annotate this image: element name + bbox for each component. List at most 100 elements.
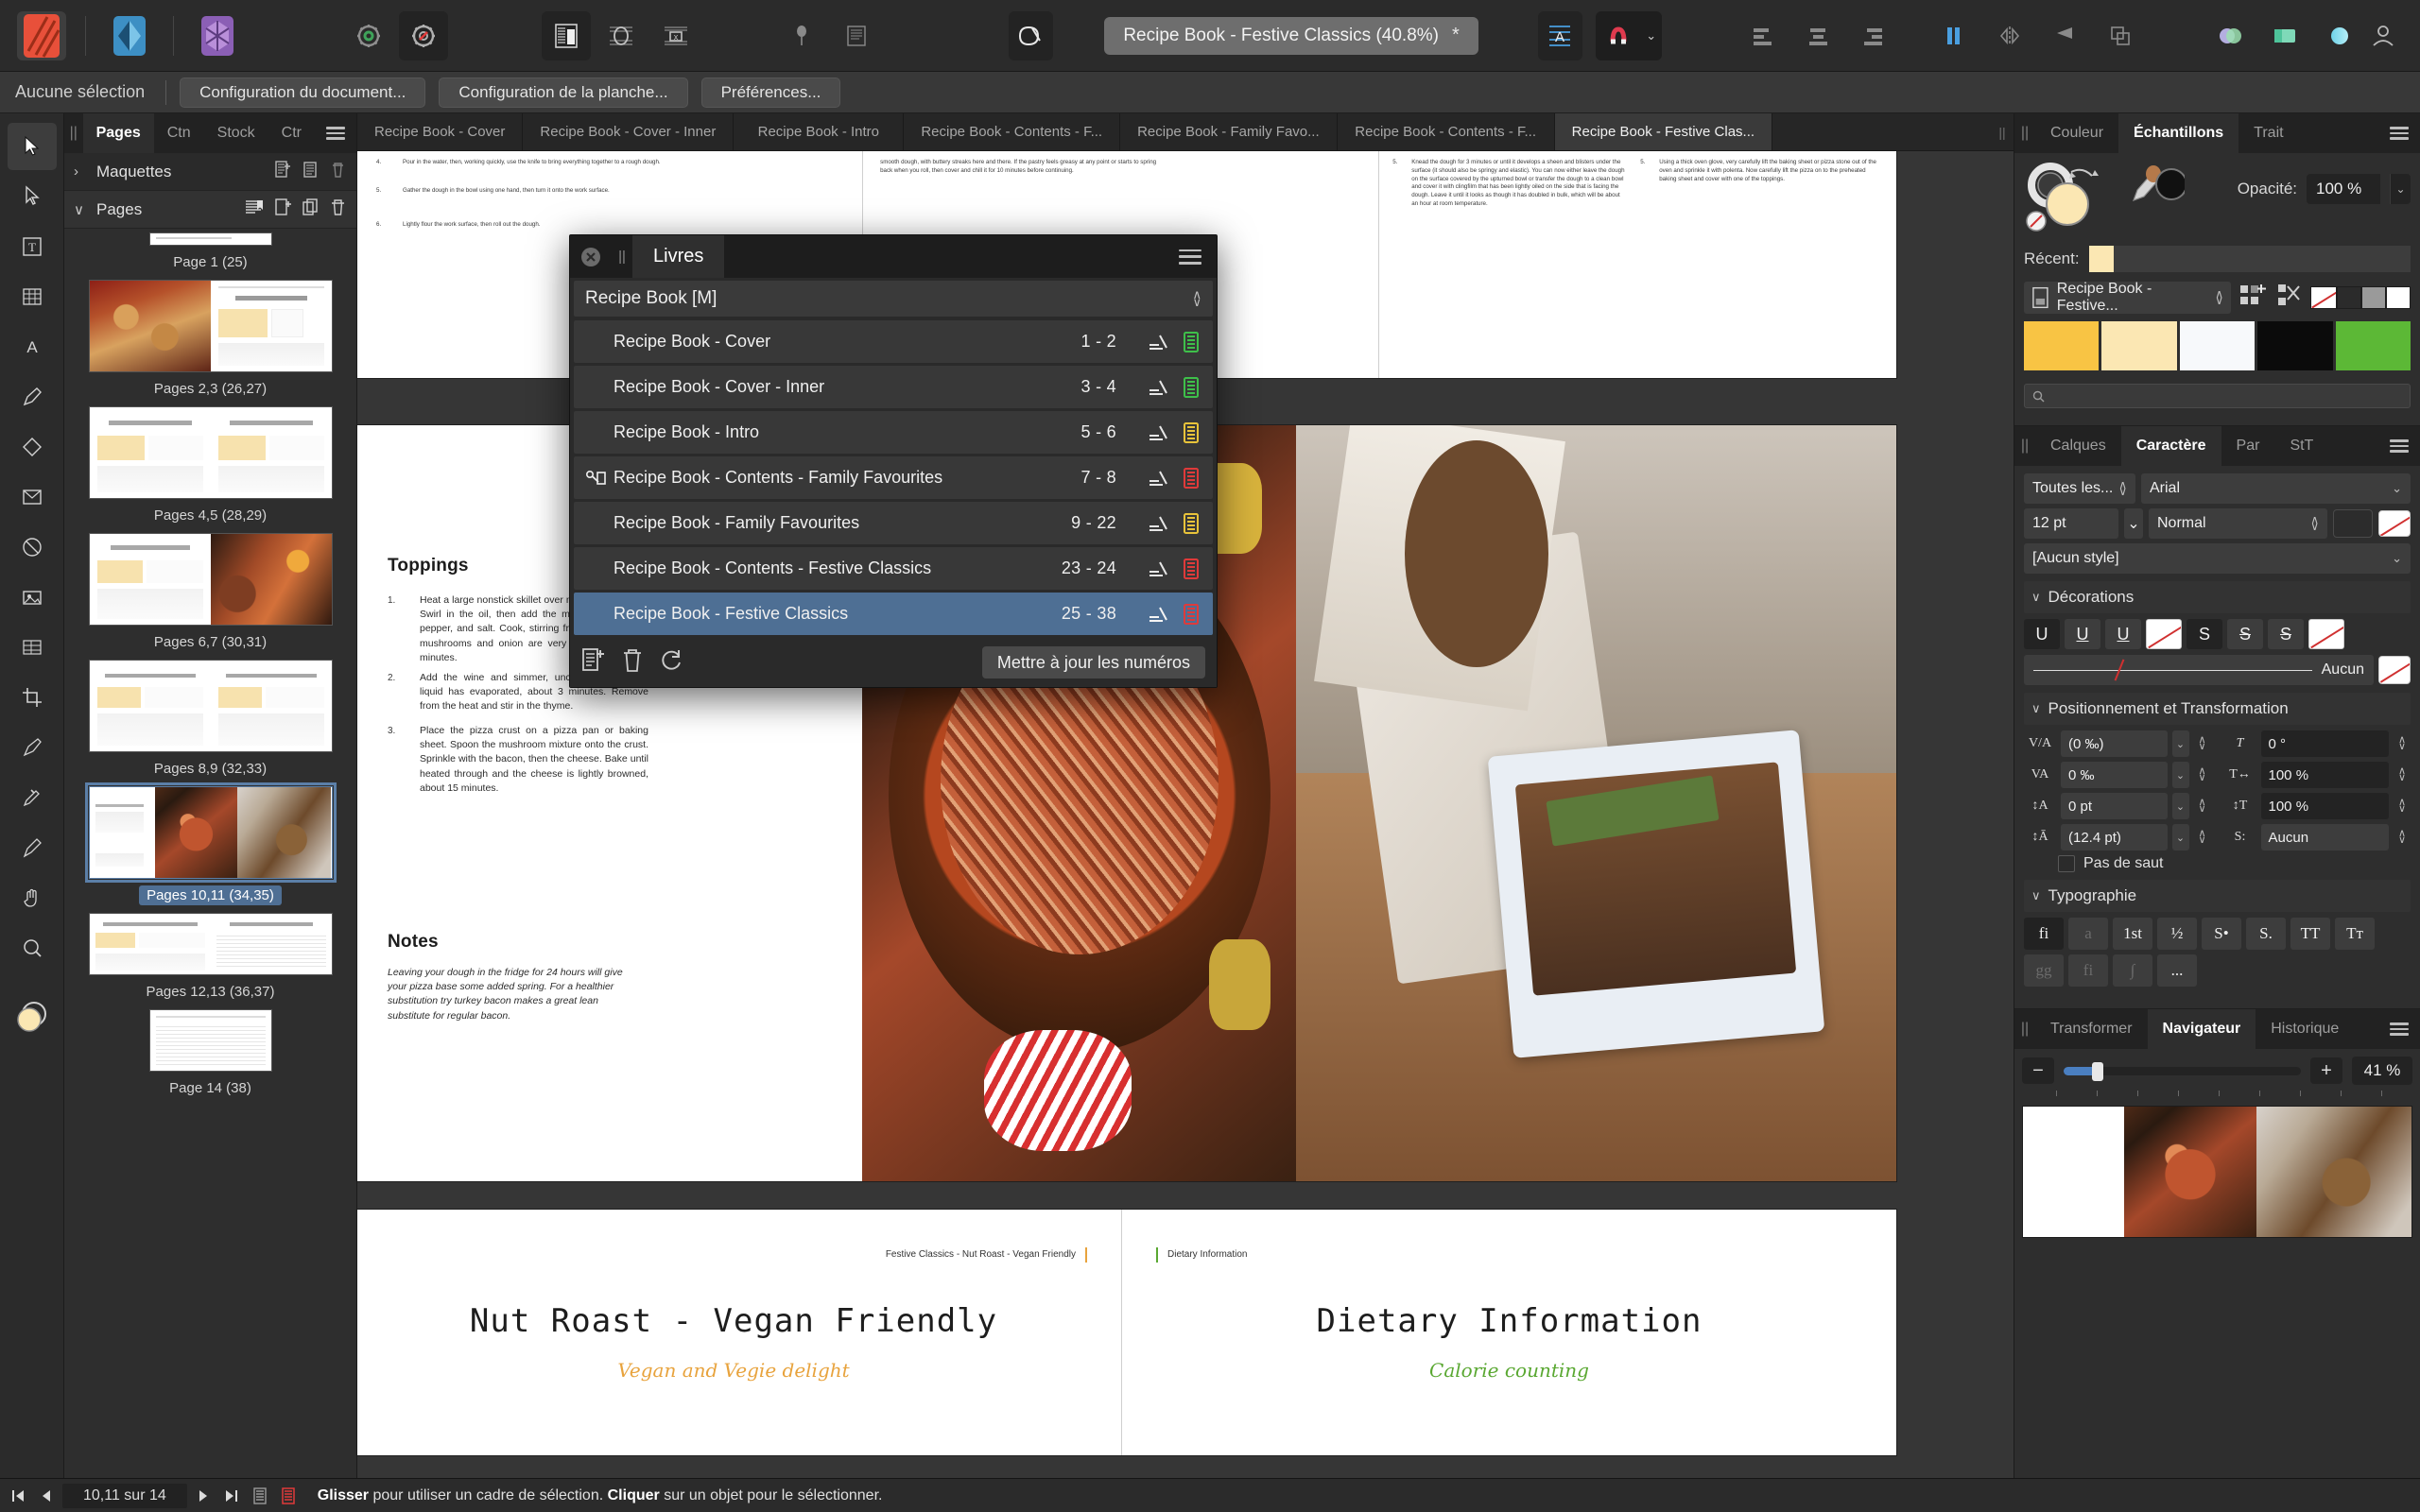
- color-picker-icon[interactable]: [2128, 161, 2187, 227]
- panel-grip-icon[interactable]: ||: [64, 113, 83, 153]
- zoom-in-button[interactable]: +: [2310, 1057, 2342, 1084]
- duplicate-page-icon[interactable]: [302, 198, 320, 221]
- doc-tab-grip-icon[interactable]: ||: [1991, 113, 2014, 150]
- snapping-magnet-icon[interactable]: [1596, 10, 1640, 60]
- ligatures-discretionary-button[interactable]: a: [2068, 918, 2108, 950]
- tab-ctr[interactable]: Ctr: [268, 113, 315, 153]
- font-style-stepper-icon[interactable]: ∧ ∨: [2310, 514, 2319, 533]
- style-source-icon[interactable]: [1143, 605, 1175, 624]
- underline-color-none-button[interactable]: [2146, 619, 2182, 649]
- no-break-row[interactable]: Pas de saut: [2058, 855, 2211, 872]
- color-panel-grip-icon[interactable]: ||: [2014, 113, 2035, 153]
- page-thumbnail[interactable]: [88, 533, 333, 626]
- spread-setup-button[interactable]: Configuration de la planche...: [439, 77, 688, 108]
- zoom-value[interactable]: 41 %: [2352, 1057, 2412, 1085]
- text-frame-tool[interactable]: T: [8, 223, 57, 270]
- table-row[interactable]: Recipe Book - Cover - Inner 3 - 4: [574, 366, 1213, 408]
- update-numbers-button[interactable]: Mettre à jour les numéros: [981, 646, 1205, 679]
- search-input[interactable]: [2024, 384, 2411, 408]
- underline-none-button[interactable]: U: [2024, 619, 2060, 649]
- doc-tab-family-favourites[interactable]: Recipe Book - Family Favo...: [1120, 113, 1338, 150]
- small-caps-button[interactable]: Tᴛ: [2335, 918, 2375, 950]
- baseline-dropdown-icon[interactable]: ⌄: [2171, 793, 2189, 819]
- text-fill-color-button[interactable]: [2333, 509, 2373, 538]
- palette-selector[interactable]: Recipe Book - Festive... ∧ ∨: [2024, 281, 2231, 314]
- add-master-icon[interactable]: [274, 160, 292, 183]
- tab-pages[interactable]: Pages: [82, 113, 154, 153]
- kerning-input[interactable]: 0 ‰: [2061, 762, 2168, 788]
- align-left-icon[interactable]: [1738, 11, 1788, 60]
- strikethrough-color-none-button[interactable]: [2308, 619, 2344, 649]
- doc-tab-contents-festive[interactable]: Recipe Book - Contents - F...: [1338, 113, 1555, 150]
- list-item[interactable]: Pages 6,7 (30,31): [64, 531, 356, 658]
- font-size-dropdown-icon[interactable]: ⌄: [2124, 508, 2143, 539]
- table-grid-tool[interactable]: [8, 624, 57, 671]
- delete-master-icon[interactable]: [329, 161, 347, 183]
- artistic-text-tool[interactable]: A: [8, 323, 57, 370]
- status-badge[interactable]: [1175, 467, 1207, 489]
- rotation-stepper-icon[interactable]: ∧ ∨: [2394, 730, 2411, 757]
- page-thumbnail[interactable]: [88, 280, 333, 372]
- hand-tool[interactable]: [8, 874, 57, 921]
- doc-tab-festive-classics[interactable]: Recipe Book - Festive Clas...: [1554, 113, 1773, 150]
- retouch-tool[interactable]: [8, 724, 57, 771]
- last-page-icon[interactable]: [219, 1484, 244, 1508]
- node-tool[interactable]: [8, 173, 57, 220]
- status-badge[interactable]: [1175, 376, 1207, 398]
- user-account-icon[interactable]: [2364, 14, 2403, 58]
- tracking-dropdown-icon[interactable]: ⌄: [2171, 730, 2189, 757]
- decoration-line-preview[interactable]: Aucun: [2024, 655, 2374, 685]
- zoom-slider[interactable]: [2064, 1061, 2301, 1081]
- document-setup-button[interactable]: Configuration du document...: [180, 77, 426, 108]
- gradient-icon[interactable]: [2315, 11, 2364, 60]
- canvas-viewport[interactable]: 4. Pour in the water, then, working quic…: [357, 151, 2014, 1478]
- vscale-stepper-icon[interactable]: ∧ ∨: [2394, 793, 2411, 819]
- status-badge[interactable]: [1175, 421, 1207, 443]
- tab-stt[interactable]: StT: [2274, 426, 2328, 466]
- distribute-icon[interactable]: [1931, 11, 1980, 60]
- doc-tab-contents-family[interactable]: Recipe Book - Contents - F...: [904, 113, 1121, 150]
- flip-vertical-icon[interactable]: [2041, 11, 2090, 60]
- swatch-gray[interactable]: [2361, 286, 2386, 309]
- opacity-input[interactable]: 100 %: [2307, 174, 2380, 204]
- table-row[interactable]: Recipe Book - Intro 5 - 6: [574, 411, 1213, 454]
- page-thumbnail[interactable]: [88, 406, 333, 499]
- page-mode-icon[interactable]: [248, 1484, 272, 1508]
- alternates-button[interactable]: gg: [2024, 954, 2064, 987]
- list-item[interactable]: Pages 2,3 (26,27): [64, 278, 356, 404]
- font-filter-select[interactable]: Toutes les... ∧ ∨: [2024, 473, 2135, 504]
- table-tool[interactable]: [8, 273, 57, 320]
- palette-stepper-icon[interactable]: ∧ ∨: [2215, 288, 2223, 307]
- list-item-selected[interactable]: Pages 10,11 (34,35): [64, 782, 356, 911]
- status-badge[interactable]: [1175, 558, 1207, 579]
- font-style-select[interactable]: Normal ∧ ∨: [2149, 508, 2327, 539]
- status-badge[interactable]: [1175, 512, 1207, 534]
- hscale-stepper-icon[interactable]: ∧ ∨: [2394, 762, 2411, 788]
- pin-icon[interactable]: [777, 11, 826, 60]
- pages-panel-menu-icon[interactable]: [315, 113, 356, 153]
- books-panel-menu-icon[interactable]: [1164, 235, 1217, 278]
- settings-gear-icon[interactable]: [399, 10, 449, 60]
- fill-stroke-wheel[interactable]: [2024, 161, 2128, 236]
- swatch-white[interactable]: [2386, 286, 2411, 309]
- typography-section-header[interactable]: ∨ Typographie: [2024, 880, 2411, 912]
- trash-icon[interactable]: [621, 647, 644, 679]
- swatch-0[interactable]: [2024, 321, 2100, 370]
- font-filter-stepper-icon[interactable]: ∧ ∨: [2118, 479, 2127, 498]
- snapping-dropdown-icon[interactable]: ⌄: [1639, 10, 1663, 60]
- swatch-black[interactable]: [2337, 286, 2361, 309]
- page-indicator[interactable]: 10,11 sur 14: [62, 1483, 187, 1508]
- doc-tab-cover-inner[interactable]: Recipe Book - Cover - Inner: [523, 113, 735, 150]
- style-source-icon[interactable]: [1143, 469, 1175, 488]
- flip-horizontal-icon[interactable]: [1986, 11, 2035, 60]
- page-thumbnail[interactable]: [148, 232, 272, 246]
- rotation-input[interactable]: 0 °: [2260, 730, 2389, 757]
- list-item[interactable]: Page 1 (25): [64, 231, 356, 278]
- character-panel-menu-icon[interactable]: [2378, 426, 2420, 466]
- quick-swatches[interactable]: [2310, 286, 2411, 309]
- status-badge[interactable]: [1175, 331, 1207, 352]
- designer-app-icon[interactable]: [105, 11, 154, 60]
- tab-par[interactable]: Par: [2221, 426, 2275, 466]
- apply-master-icon[interactable]: [244, 198, 265, 221]
- move-tool[interactable]: [7, 123, 57, 170]
